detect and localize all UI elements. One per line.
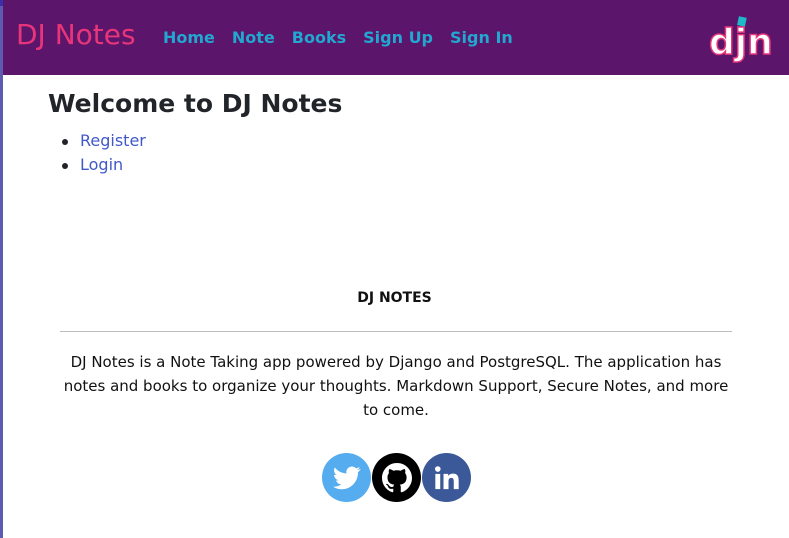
nav-link-sign-in[interactable]: Sign In bbox=[450, 28, 513, 47]
linkedin-button[interactable] bbox=[422, 453, 471, 502]
register-link[interactable]: Register bbox=[80, 130, 146, 152]
login-link[interactable]: Login bbox=[80, 154, 123, 176]
nav-link-books[interactable]: Books bbox=[292, 28, 346, 47]
navbar-brand[interactable]: DJ Notes bbox=[16, 18, 136, 51]
github-icon bbox=[381, 462, 412, 492]
window-left-edge bbox=[0, 0, 3, 538]
nav-link-sign-up[interactable]: Sign Up bbox=[363, 28, 433, 47]
nav-link-home[interactable]: Home bbox=[163, 28, 215, 47]
bullet-icon bbox=[62, 163, 68, 169]
bullet-icon bbox=[62, 139, 68, 145]
social-links bbox=[322, 453, 471, 502]
logo-text: djn bbox=[709, 22, 773, 63]
github-button[interactable] bbox=[372, 453, 421, 502]
nav-links: Home Note Books Sign Up Sign In bbox=[163, 28, 513, 47]
twitter-button[interactable] bbox=[322, 453, 371, 502]
footer-description: DJ Notes is a Note Taking app powered by… bbox=[63, 353, 729, 419]
nav-link-note[interactable]: Note bbox=[232, 28, 275, 47]
linkedin-icon bbox=[434, 465, 459, 489]
page-title: Welcome to DJ Notes bbox=[48, 89, 343, 118]
django-logo-icon[interactable]: djn bbox=[709, 14, 775, 66]
navbar: DJ Notes Home Note Books Sign Up Sign In… bbox=[3, 0, 789, 75]
twitter-icon bbox=[332, 465, 361, 489]
footer-title: DJ NOTES bbox=[357, 290, 432, 306]
footer-divider bbox=[60, 331, 732, 332]
